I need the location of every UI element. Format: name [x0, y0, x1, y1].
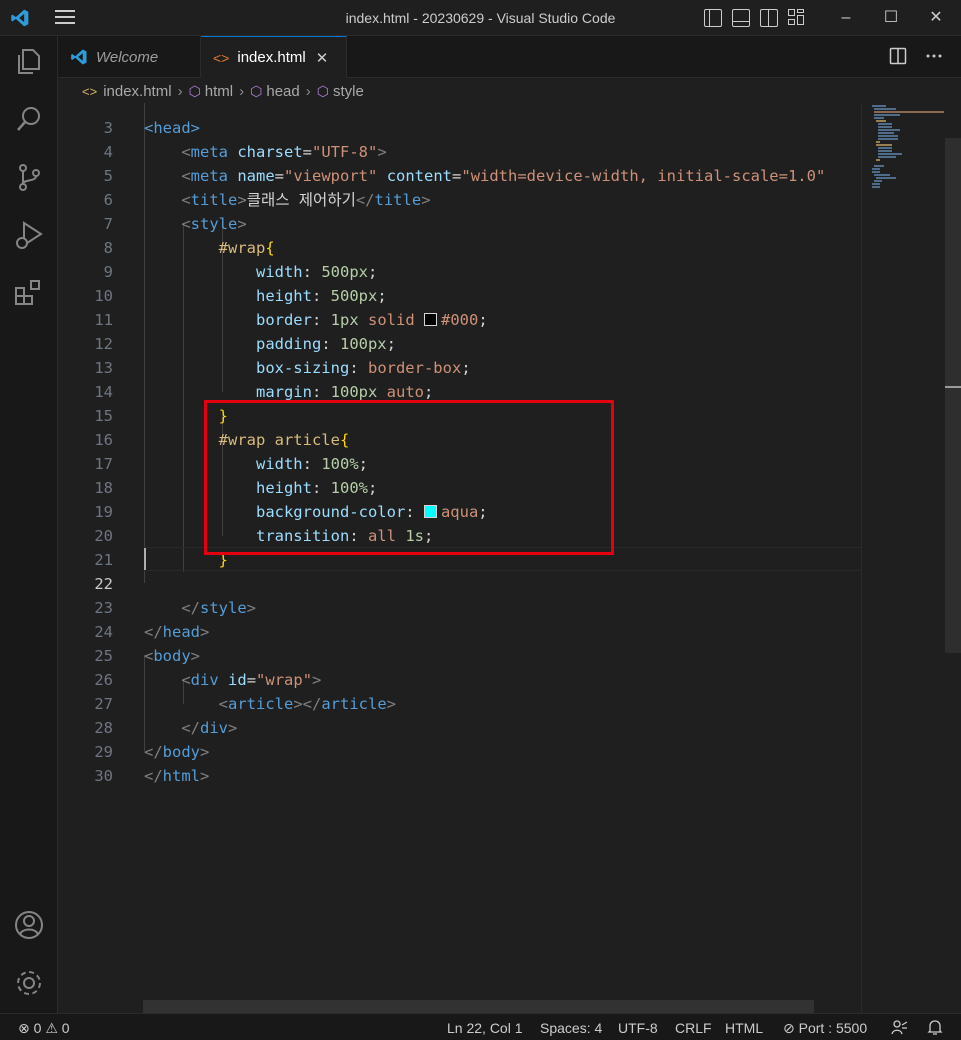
code-line: 8 #wrap{ [103, 239, 275, 257]
status-bar: ⊗ 0 ⚠ 0 Ln 22, Col 1 Spaces: 4 UTF-8 CRL… [0, 1013, 961, 1040]
encoding[interactable]: UTF-8 [618, 1020, 658, 1036]
code-line: 11 border: 1px solid #000; [94, 311, 488, 329]
code-line: 28 </div> [94, 719, 238, 737]
cursor-position[interactable]: Ln 22, Col 1 [447, 1020, 523, 1036]
window-title: index.html - 20230629 - Visual Studio Co… [345, 10, 616, 26]
split-editor-icon[interactable] [889, 47, 907, 65]
code-line: 7 <style> [103, 215, 247, 233]
toggle-secondary-sidebar-icon[interactable] [760, 9, 778, 27]
code-line: 10 height: 500px; [94, 287, 387, 305]
warning-icon: ⚠ [45, 1020, 58, 1036]
activity-bar [0, 36, 58, 1013]
extensions-icon[interactable] [12, 276, 46, 310]
explorer-icon[interactable] [12, 44, 46, 78]
code-line: 26 <div id="wrap"> [94, 671, 322, 689]
code-line: 29 </body> [94, 743, 210, 761]
breadcrumb-item-head[interactable]: head [266, 83, 299, 100]
breadcrumb-item-style[interactable]: style [333, 83, 364, 100]
warning-count: 0 [61, 1020, 70, 1036]
tab-welcome[interactable]: Welcome [58, 36, 201, 78]
code-line: 6 <title>클래스 제어하기</title> [103, 191, 431, 209]
tab-bar: Welcome <> index.html ✕ [58, 36, 961, 78]
vertical-scrollbar-thumb[interactable] [945, 138, 961, 653]
horizontal-scrollbar-thumb[interactable] [143, 1000, 814, 1013]
source-control-icon[interactable] [12, 160, 46, 194]
chevron-right-icon: › [177, 82, 183, 100]
html-file-icon: <> [213, 49, 230, 66]
code-line: 14 margin: 100px auto; [94, 383, 434, 401]
code-line: 24 </head> [94, 623, 210, 641]
more-actions-icon[interactable] [925, 47, 943, 65]
minimize-button[interactable]: – [834, 6, 858, 30]
chevron-right-icon: › [305, 82, 311, 100]
scrollbar-cursor-marker [945, 386, 961, 388]
toggle-primary-sidebar-icon[interactable] [704, 9, 722, 27]
feedback-icon[interactable] [891, 1019, 908, 1036]
end-of-line[interactable]: CRLF [675, 1020, 712, 1036]
run-debug-icon[interactable] [12, 218, 46, 252]
close-window-button[interactable]: ✕ [924, 6, 948, 30]
red-highlight-box [204, 400, 614, 555]
notifications-bell-icon[interactable] [927, 1019, 943, 1036]
maximize-button[interactable]: ☐ [879, 6, 903, 30]
code-line: 3 <head> [103, 119, 200, 137]
live-server-port[interactable]: ⊘ Port : 5500 [783, 1020, 867, 1037]
tab-label: Welcome [96, 48, 159, 66]
tab-label: index.html [237, 49, 306, 66]
breadcrumb-file[interactable]: index.html [103, 83, 171, 100]
minimap[interactable] [861, 103, 961, 1013]
html-file-icon: <> [82, 83, 98, 99]
problems-indicator[interactable]: ⊗ 0 ⚠ 0 [18, 1020, 70, 1037]
language-mode[interactable]: HTML [725, 1020, 763, 1036]
code-line: 23 </style> [94, 599, 257, 617]
error-count: 0 [33, 1020, 42, 1036]
indentation[interactable]: Spaces: 4 [540, 1020, 602, 1036]
close-tab-icon[interactable]: ✕ [316, 49, 329, 67]
no-entry-icon: ⊘ [783, 1020, 795, 1036]
code-line: 27 <article></article> [94, 695, 396, 713]
vscode-logo-icon [71, 49, 87, 65]
accounts-icon[interactable] [12, 908, 46, 942]
error-icon: ⊗ [18, 1020, 30, 1036]
tab-index-html[interactable]: <> index.html ✕ [201, 36, 347, 78]
element-icon: ⬡ [250, 82, 263, 99]
title-bar: index.html - 20230629 - Visual Studio Co… [0, 0, 961, 36]
customize-layout-icon[interactable] [788, 9, 806, 27]
code-line: 25 <body> [94, 647, 201, 665]
code-line: 12 padding: 100px; [94, 335, 396, 353]
code-line: 5 <meta name="viewport" content="width=d… [103, 167, 826, 185]
element-icon: ⬡ [188, 82, 201, 99]
code-line: 30 </html> [94, 767, 210, 785]
settings-gear-icon[interactable] [12, 966, 46, 1000]
breadcrumb-item-html[interactable]: html [205, 83, 233, 100]
element-icon: ⬡ [316, 82, 329, 99]
breadcrumb: <> index.html › ⬡ html › ⬡ head › ⬡ styl… [58, 79, 961, 103]
code-line: 9 width: 500px; [103, 263, 378, 281]
code-editor[interactable]: 3 <head> 4 <meta charset="UTF-8"> 5 <meta… [58, 103, 961, 1013]
search-icon[interactable] [12, 102, 46, 136]
code-line: 4 <meta charset="UTF-8"> [103, 143, 387, 161]
toggle-panel-icon[interactable] [732, 9, 750, 27]
chevron-right-icon: › [239, 82, 245, 100]
code-line: 13 box-sizing: border-box; [94, 359, 471, 377]
